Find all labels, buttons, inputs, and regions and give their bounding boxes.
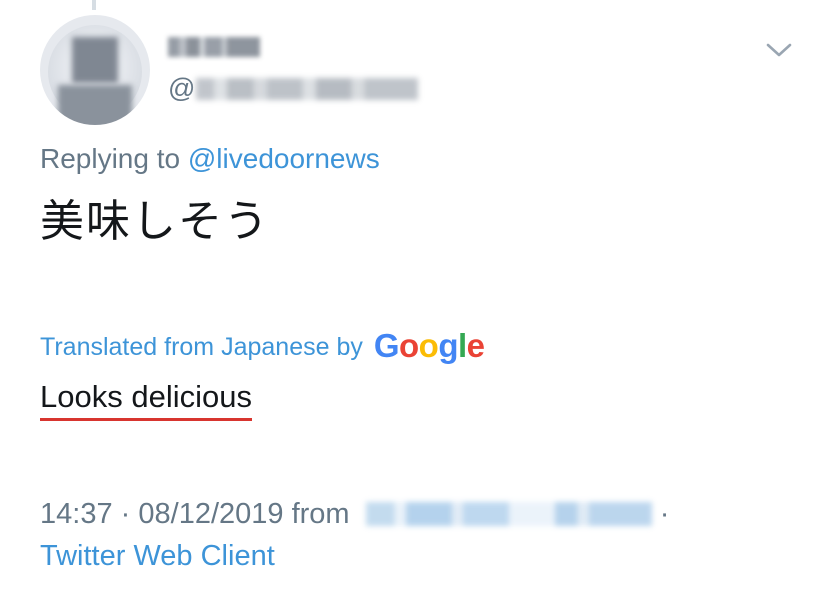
location-redacted-link[interactable] (365, 502, 652, 526)
tweet-text: 美味しそう (40, 196, 270, 247)
translated-by-label: Translated from Japanese by (40, 333, 363, 361)
meta-separator: · (120, 498, 131, 530)
thread-connector-line (92, 0, 96, 10)
display-name-redacted[interactable] (168, 37, 260, 57)
google-logo-letter: o (398, 327, 419, 364)
translated-text-value: Looks delicious (40, 379, 252, 414)
handle-at-sign: @ (168, 73, 196, 103)
meta-trailing-separator: · (659, 498, 670, 530)
chevron-down-icon[interactable] (764, 38, 794, 60)
google-logo-letter: l (458, 327, 467, 364)
google-logo-letter: G (373, 327, 400, 364)
replying-to-mention-link[interactable]: @livedoornews (188, 143, 380, 174)
google-logo-letter: e (466, 327, 485, 364)
avatar[interactable] (40, 15, 150, 125)
replying-to-line: Replying to @livedoornews (40, 140, 380, 178)
google-logo-letter: g (438, 327, 458, 364)
tweet-time: 14:37 (40, 498, 113, 530)
translated-text: Looks delicious (40, 378, 252, 421)
handle-redacted[interactable] (196, 78, 418, 100)
tweet-meta: 14:37 · 08/12/2019 from · (40, 494, 669, 534)
avatar-blur-body (58, 85, 132, 125)
spellcheck-underline (40, 418, 252, 421)
google-logo-letter: o (418, 327, 439, 364)
replying-to-label: Replying to (40, 143, 188, 174)
avatar-blur-head (72, 37, 118, 83)
translated-by-link[interactable]: Translated from Japanese by Google (40, 328, 485, 365)
from-label: from (291, 498, 350, 530)
google-logo: Google (374, 328, 485, 364)
tweet-date: 08/12/2019 (138, 498, 284, 530)
client-link[interactable]: Twitter Web Client (40, 536, 275, 576)
